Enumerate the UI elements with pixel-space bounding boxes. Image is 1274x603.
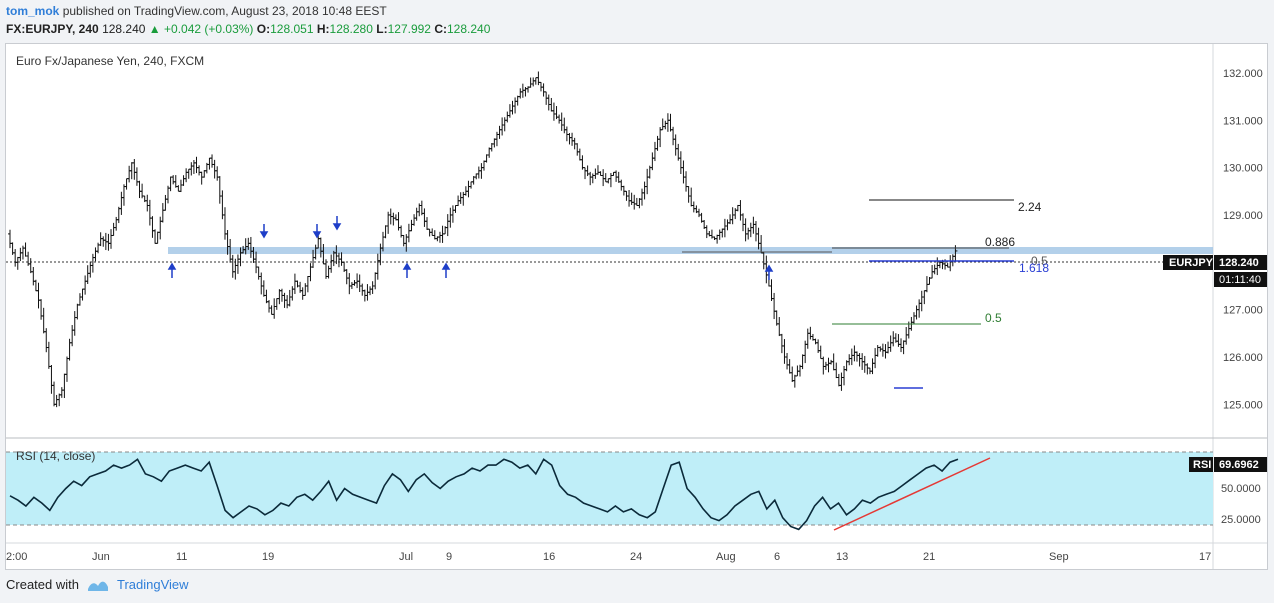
fib-label-0-5: 0.5	[985, 311, 1002, 325]
x-tick-label: 13	[836, 551, 848, 563]
tradingview-brand-link[interactable]: TradingView	[117, 577, 189, 592]
down-arrow-icon	[312, 224, 322, 239]
x-tick-label: Jul	[399, 551, 413, 563]
change-value: +0.042 (+0.03%)	[164, 22, 254, 36]
up-arrow-icon	[167, 262, 177, 278]
y-axis-ticks: 132.000131.000130.000129.000128.000127.0…	[1223, 68, 1263, 411]
open-value: 128.051	[270, 22, 314, 36]
x-tick-label: 16	[543, 551, 555, 563]
high-label: H:	[316, 22, 330, 36]
down-arrow-icon	[259, 224, 269, 239]
chart-container[interactable]: 2.24 0.886 0.5 1.618 0.5 Euro Fx/Japanes…	[5, 43, 1268, 570]
rsi-value-text: 69.6962	[1219, 459, 1259, 471]
x-tick-label: Aug	[716, 551, 736, 563]
x-tick-label: 24	[630, 551, 642, 563]
x-tick-label: 2:00	[6, 551, 27, 563]
rsi-title: RSI (14, close)	[16, 449, 95, 463]
x-axis-ticks: 2:00 Jun 11 19 Jul 9 16 24 Aug 6 13 21 Sep 17	[6, 551, 1211, 563]
y-tick-label: 125.000	[1223, 399, 1263, 411]
open-label: O:	[256, 22, 271, 36]
up-arrow-icon	[441, 262, 451, 278]
chart-svg[interactable]: 2.24 0.886 0.5 1.618 0.5 Euro Fx/Japanes…	[6, 44, 1267, 569]
change-arrow-icon: ▲	[148, 22, 161, 36]
close-value: 128.240	[447, 22, 491, 36]
symbol-label: FX:EURJPY, 240	[6, 22, 99, 36]
x-tick-label: 11	[176, 551, 187, 563]
countdown-text: 01:11:40	[1219, 274, 1261, 286]
y-tick-label: 129.000	[1223, 210, 1263, 222]
rsi-band	[6, 452, 1213, 525]
x-tick-label: Sep	[1049, 551, 1069, 563]
fib-label-1-618: 1.618	[1019, 261, 1049, 275]
symbol-info: FX:EURJPY, 240 128.240 ▲ +0.042 (+0.03%)…	[6, 22, 490, 36]
footer: Created with TradingView	[6, 577, 189, 592]
up-arrow-icon	[764, 264, 774, 280]
close-label: C:	[434, 22, 447, 36]
rsi-tick-50: 50.0000	[1221, 483, 1261, 495]
rsi-tick-25: 25.0000	[1221, 514, 1261, 526]
author-link[interactable]: tom_mok	[6, 4, 59, 18]
y-tick-label: 130.000	[1223, 163, 1263, 175]
x-tick-label: 9	[446, 551, 452, 563]
x-tick-label: 19	[262, 551, 274, 563]
fib-label-2-24: 2.24	[1018, 200, 1042, 214]
candles	[8, 71, 958, 408]
y-tick-label: 127.000	[1223, 305, 1263, 317]
high-value: 128.280	[329, 22, 373, 36]
up-arrow-icon	[402, 262, 412, 278]
published-text: published on TradingView.com, August 23,…	[62, 4, 387, 18]
chart-title: Euro Fx/Japanese Yen, 240, FXCM	[16, 54, 204, 68]
down-arrow-icon	[332, 216, 342, 231]
rsi-tag-text: RSI	[1193, 459, 1211, 471]
last-price-tag-text: 128.240	[1219, 257, 1259, 269]
publish-info: tom_mok published on TradingView.com, Au…	[6, 4, 387, 18]
x-tick-label: 6	[774, 551, 780, 563]
y-tick-label: 126.000	[1223, 352, 1263, 364]
support-resistance-zone[interactable]	[168, 247, 1213, 254]
last-price: 128.240	[102, 22, 146, 36]
y-tick-label: 131.000	[1223, 115, 1263, 127]
x-tick-label: 17	[1199, 551, 1211, 563]
x-tick-label: Jun	[92, 551, 110, 563]
symbol-price-tag-text: EURJPY	[1169, 257, 1214, 269]
created-with-text: Created with	[6, 577, 79, 592]
low-value: 127.992	[387, 22, 431, 36]
tradingview-logo-icon	[87, 581, 108, 591]
y-tick-label: 132.000	[1223, 68, 1263, 80]
low-label: L:	[376, 22, 388, 36]
fib-label-0-886: 0.886	[985, 235, 1015, 249]
x-tick-label: 21	[923, 551, 935, 563]
